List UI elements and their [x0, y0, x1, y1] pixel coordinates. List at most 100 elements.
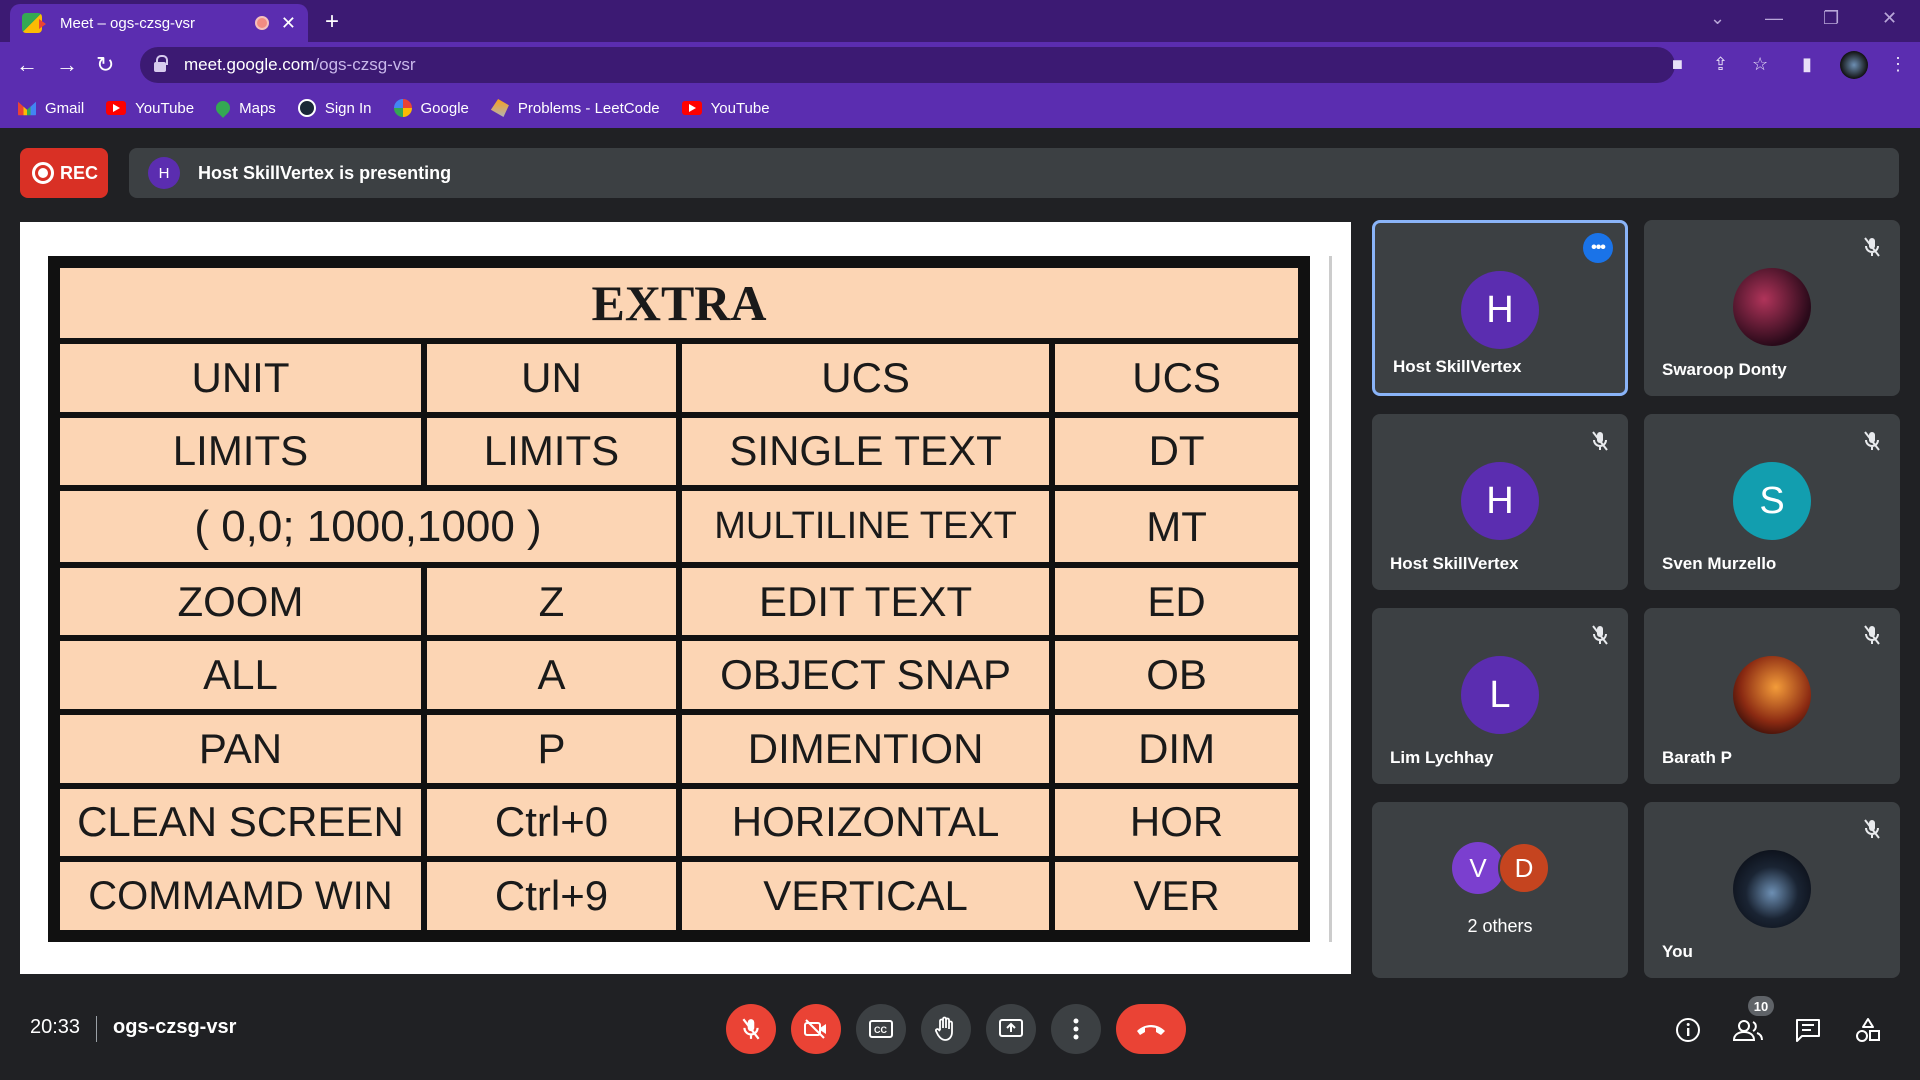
bookmark-youtube-2[interactable]: YouTube: [681, 100, 770, 117]
presentation-stage: EXTRA UNIT UN UCS UCS LIMITS LIMITS SINGLE TE…: [20, 222, 1351, 974]
table-row: ALL A OBJECT SNAP OB: [54, 635, 1304, 715]
captions-icon: CC: [869, 1020, 893, 1038]
window-close-icon[interactable]: ✕: [1882, 8, 1897, 29]
participant-tile-barath[interactable]: Barath P: [1644, 608, 1900, 784]
camera-off-icon: [804, 1019, 826, 1039]
participant-name: Host SkillVertex: [1390, 554, 1519, 573]
camera-toggle-button[interactable]: [791, 1004, 841, 1054]
lock-icon[interactable]: [154, 55, 168, 72]
avatar: S: [1733, 462, 1811, 540]
raise-hand-button[interactable]: [921, 1004, 971, 1054]
table-row: ( 0,0; 1000,1000 ) MULTILINE TEXT MT: [54, 485, 1304, 568]
avatar: [1733, 850, 1811, 928]
gmail-icon: [18, 101, 36, 116]
activities-button[interactable]: [1853, 1015, 1883, 1045]
present-icon: [999, 1019, 1023, 1037]
bookmarks-bar: Gmail YouTube Maps Sign In Google Proble…: [0, 88, 1920, 128]
table-row: LIMITS LIMITS SINGLE TEXT DT: [54, 411, 1304, 492]
share-icon[interactable]: ⇪: [1713, 54, 1728, 75]
forward-icon[interactable]: →: [56, 52, 78, 78]
mic-off-icon: [1864, 819, 1880, 839]
participant-count-badge: 10: [1748, 996, 1774, 1016]
table-title: EXTRA: [54, 262, 1304, 344]
avatar: [1733, 656, 1811, 734]
camera-icon[interactable]: ■: [1672, 54, 1683, 75]
mic-off-icon: [1864, 237, 1880, 257]
participant-name: You: [1662, 942, 1693, 961]
mic-off-icon: [1592, 431, 1608, 451]
restore-icon[interactable]: ❐: [1823, 8, 1839, 29]
chat-icon: [1796, 1019, 1820, 1042]
more-options-button[interactable]: [1051, 1004, 1101, 1054]
table-row: ZOOM Z EDIT TEXT ED: [54, 561, 1304, 642]
profile-avatar[interactable]: [1840, 51, 1868, 79]
chat-button[interactable]: [1793, 1015, 1823, 1045]
new-tab-button[interactable]: +: [325, 8, 339, 36]
youtube-icon: [106, 101, 127, 115]
participant-tile-others[interactable]: V D 2 others: [1372, 802, 1628, 978]
table-row: CLEAN SCREEN Ctrl+0 HORIZONTAL HOR: [54, 782, 1304, 863]
captions-button[interactable]: CC: [856, 1004, 906, 1054]
tab-close-icon[interactable]: ✕: [281, 13, 296, 34]
bookmark-sign-in[interactable]: Sign In: [297, 99, 372, 117]
hang-up-icon: [1137, 1025, 1165, 1035]
participant-tile-host-presenting[interactable]: H ••• Host SkillVertex: [1372, 220, 1628, 396]
avatar: H: [1461, 462, 1539, 540]
leetcode-icon: [490, 99, 509, 117]
mic-off-icon: [1864, 625, 1880, 645]
table-row: PAN P DIMENTION DIM: [54, 709, 1304, 789]
participant-name: Host SkillVertex: [1393, 357, 1522, 376]
participant-tile-swaroop[interactable]: Swaroop Donty: [1644, 220, 1900, 396]
participant-tile-sven[interactable]: S Sven Murzello: [1644, 414, 1900, 590]
browser-tab[interactable]: Meet – ogs-czsg-vsr ✕: [10, 4, 308, 42]
activities-icon: [1856, 1018, 1880, 1042]
participant-tile-lim[interactable]: L Lim Lychhay: [1372, 608, 1628, 784]
maps-icon: [213, 98, 234, 118]
back-icon[interactable]: ←: [16, 52, 38, 78]
google-icon: [393, 99, 412, 117]
avatar: L: [1461, 656, 1539, 734]
bookmark-youtube[interactable]: YouTube: [106, 100, 194, 117]
bookmark-leetcode[interactable]: Problems - LeetCode: [490, 99, 660, 117]
meet-favicon-icon: [22, 13, 46, 33]
participant-name: Barath P: [1662, 748, 1732, 767]
meeting-details-button[interactable]: [1673, 1015, 1703, 1045]
present-screen-button[interactable]: [986, 1004, 1036, 1054]
url-host: meet.google.com: [184, 55, 315, 74]
browser-menu-icon[interactable]: ⋮: [1889, 54, 1907, 75]
bookmark-google[interactable]: Google: [393, 99, 469, 117]
participant-name: Lim Lychhay: [1390, 748, 1494, 767]
leave-call-button[interactable]: [1116, 1004, 1186, 1054]
people-button[interactable]: [1733, 1015, 1763, 1045]
slide: EXTRA UNIT UN UCS UCS LIMITS LIMITS SINGLE TE…: [48, 256, 1310, 942]
minimize-icon[interactable]: —: [1765, 8, 1783, 29]
reload-icon[interactable]: ↻: [96, 52, 114, 78]
bookmark-gmail[interactable]: Gmail: [18, 99, 84, 117]
avatar: D: [1498, 842, 1550, 894]
more-options-icon[interactable]: •••: [1583, 233, 1613, 263]
tab-search-icon[interactable]: ⌄: [1710, 8, 1725, 29]
bookmark-star-icon[interactable]: ☆: [1752, 54, 1768, 75]
mic-off-icon: [1864, 431, 1880, 451]
presenter-avatar: H: [148, 157, 180, 189]
avatar: H: [1461, 271, 1539, 349]
mic-toggle-button[interactable]: [726, 1004, 776, 1054]
presenting-text: Host SkillVertex is presenting: [198, 162, 452, 183]
participant-tile-you[interactable]: You: [1644, 802, 1900, 978]
info-icon: [1676, 1018, 1700, 1042]
avatar: V: [1452, 842, 1504, 894]
record-icon: [32, 162, 54, 184]
recording-badge[interactable]: REC: [20, 148, 108, 198]
address-bar: ← → ↻ meet.google.com/ogs-czsg-vsr ■ ⇪ ☆…: [0, 42, 1920, 88]
shared-screen: EXTRA UNIT UN UCS UCS LIMITS LIMITS SINGLE TE…: [48, 256, 1332, 942]
meeting-code: ogs-czsg-vsr: [113, 1016, 237, 1038]
participant-tile-host[interactable]: H Host SkillVertex: [1372, 414, 1628, 590]
meeting-clock: 20:33: [30, 1016, 81, 1038]
participant-name: Swaroop Donty: [1662, 360, 1787, 379]
bookmark-maps[interactable]: Maps: [213, 98, 276, 118]
youtube-icon: [681, 101, 702, 115]
table-row: UNIT UN UCS UCS: [54, 338, 1304, 418]
avatar: [1733, 268, 1811, 346]
side-panel-icon[interactable]: ▮: [1802, 54, 1812, 75]
url-field[interactable]: meet.google.com/ogs-czsg-vsr: [140, 47, 1675, 83]
